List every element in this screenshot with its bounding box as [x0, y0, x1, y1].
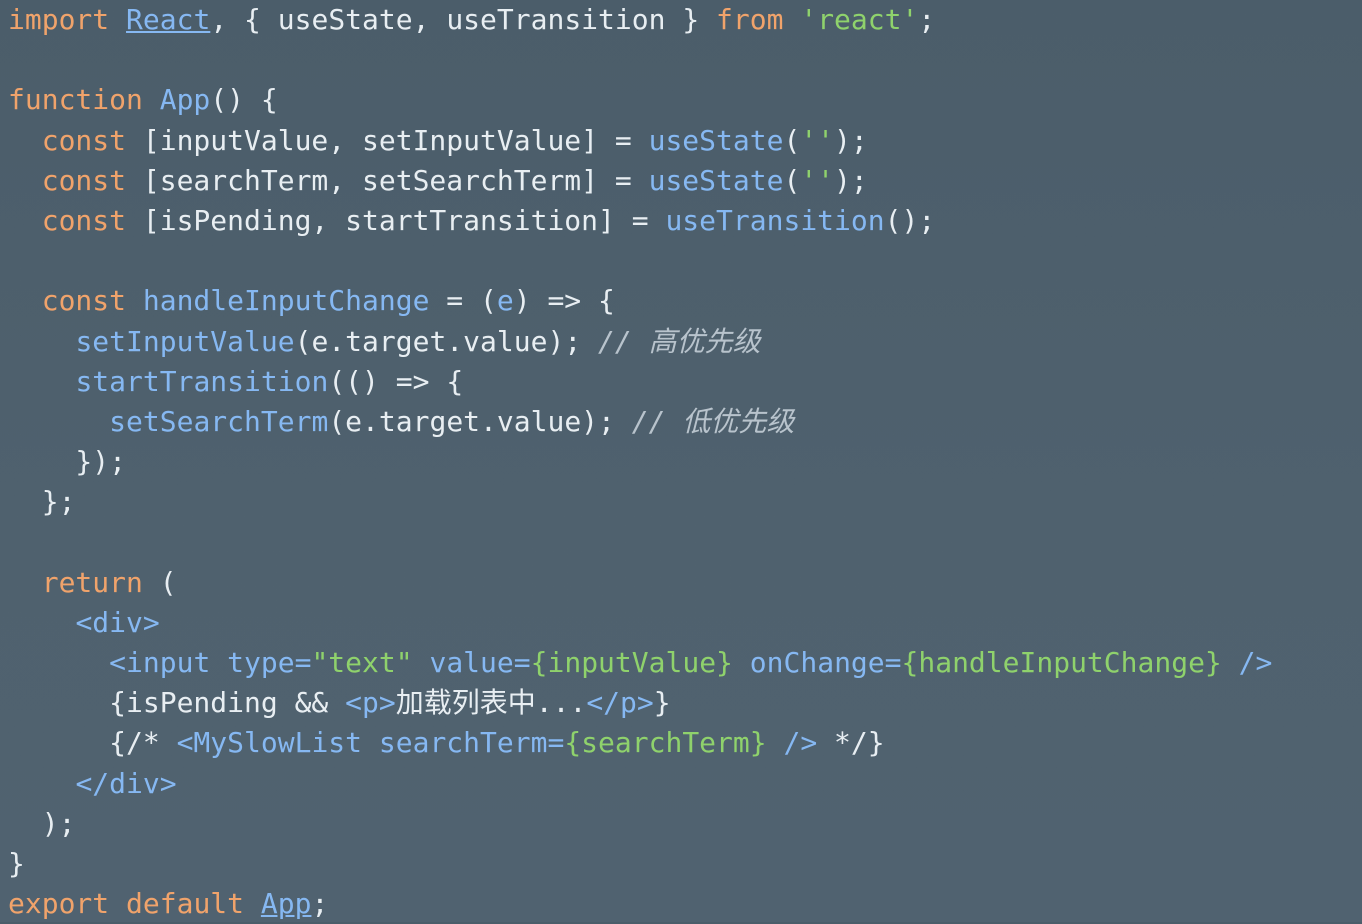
code-token: [isPending, startTransition] = [142, 203, 666, 237]
code-token: ( [783, 123, 801, 157]
code-token: <MySlowList searchTerm= [176, 726, 565, 760]
code-token: from [716, 3, 801, 36]
code-line: {isPending && <p>加载列表中...</p>} [0, 683, 1362, 723]
code-token: <div> [75, 605, 160, 639]
code-token: const [8, 284, 143, 318]
code-token: handleInputChange [142, 284, 430, 318]
code-token: const [8, 203, 143, 237]
code-line: const [inputValue, setInputValue] = useS… [0, 121, 1362, 161]
code-token: const [8, 163, 143, 197]
code-line: return ( [0, 563, 1362, 603]
code-token: <input type= [109, 646, 312, 679]
code-token: useState [648, 123, 784, 157]
code-token: function [8, 83, 160, 117]
code-line: import React, { useState, useTransition … [0, 0, 1362, 40]
code-editor: import React, { useState, useTransition … [0, 0, 1362, 922]
code-token: {handleInputChange} [901, 646, 1222, 679]
code-line: setSearchTerm(e.target.value); // 低优先级 [0, 402, 1362, 442]
code-token: "text" [311, 646, 413, 679]
code-token: value= [412, 646, 531, 679]
code-line: const handleInputChange = (e) => { [0, 281, 1362, 321]
code-token: (e.target.value); [294, 324, 599, 358]
code-token: startTransition [75, 364, 329, 398]
code-token: import [8, 3, 127, 36]
code-line: </div> [0, 764, 1362, 804]
code-token: /> [1221, 646, 1273, 679]
code-line: {/* <MySlowList searchTerm={searchTerm} … [0, 723, 1362, 763]
code-token: } [653, 686, 671, 720]
code-token: , { useState, useTransition } [210, 3, 717, 36]
code-token: (() => { [328, 364, 464, 398]
code-line: }); [0, 442, 1362, 482]
code-line: ); [0, 804, 1362, 844]
code-token: App [159, 83, 211, 117]
code-token: {isPending && [8, 686, 346, 720]
code-line: const [isPending, startTransition] = use… [0, 201, 1362, 241]
code-token: default [126, 887, 261, 921]
code-token: // 低优先级 [631, 404, 795, 438]
code-token: () { [210, 83, 278, 117]
code-token: React [126, 3, 211, 36]
code-line: setInputValue(e.target.value); // 高优先级 [0, 322, 1362, 362]
code-token: useState [648, 163, 784, 197]
code-token: {/* [8, 726, 177, 760]
code-token: 加载列表中... [395, 686, 587, 720]
code-token: ); [834, 123, 868, 157]
code-token: setInputValue [75, 324, 295, 358]
code-token: */} [817, 726, 885, 760]
code-token: </p> [586, 686, 654, 720]
code-token: return [8, 565, 160, 599]
code-token: ) => { [513, 284, 615, 318]
code-token: </div> [75, 766, 177, 800]
code-token: e [496, 284, 514, 318]
code-token: [searchTerm, setSearchTerm] = [142, 163, 649, 197]
code-token: /> [766, 726, 818, 760]
code-line: }; [0, 482, 1362, 522]
code-token: useTransition [665, 203, 885, 237]
code-token: setSearchTerm [109, 404, 329, 438]
code-line: function App() { [0, 80, 1362, 120]
code-token: export [8, 887, 127, 921]
code-token: ; [918, 3, 936, 36]
code-line: export default App; [0, 884, 1362, 924]
code-token: App [260, 887, 312, 921]
code-line: } [0, 844, 1362, 884]
code-token: {searchTerm} [564, 726, 767, 760]
code-token: ( [783, 163, 801, 197]
code-token: onChange= [732, 646, 902, 679]
code-token: ); [834, 163, 868, 197]
code-line: startTransition(() => { [0, 362, 1362, 402]
code-line: <div> [0, 603, 1362, 643]
code-token: // 高优先级 [598, 324, 761, 358]
code-token: (); [884, 203, 936, 237]
code-token: ; [311, 887, 329, 921]
code-token: 'react' [800, 3, 919, 36]
code-token: {inputValue} [530, 646, 733, 679]
code-token: ); [8, 806, 76, 840]
code-token: '' [800, 123, 835, 157]
code-token: }; [8, 485, 76, 519]
code-token: '' [800, 163, 835, 197]
code-token: = ( [429, 284, 497, 318]
code-line: <input type="text" value={inputValue} on… [0, 643, 1362, 683]
code-line: const [searchTerm, setSearchTerm] = useS… [0, 161, 1362, 201]
code-token: [inputValue, setInputValue] = [142, 123, 649, 157]
code-token: (e.target.value); [328, 404, 632, 438]
code-token: <p> [345, 686, 396, 720]
code-token: }); [8, 445, 127, 479]
code-token: } [8, 846, 25, 880]
code-token: const [8, 123, 143, 157]
code-token: ( [159, 565, 177, 599]
